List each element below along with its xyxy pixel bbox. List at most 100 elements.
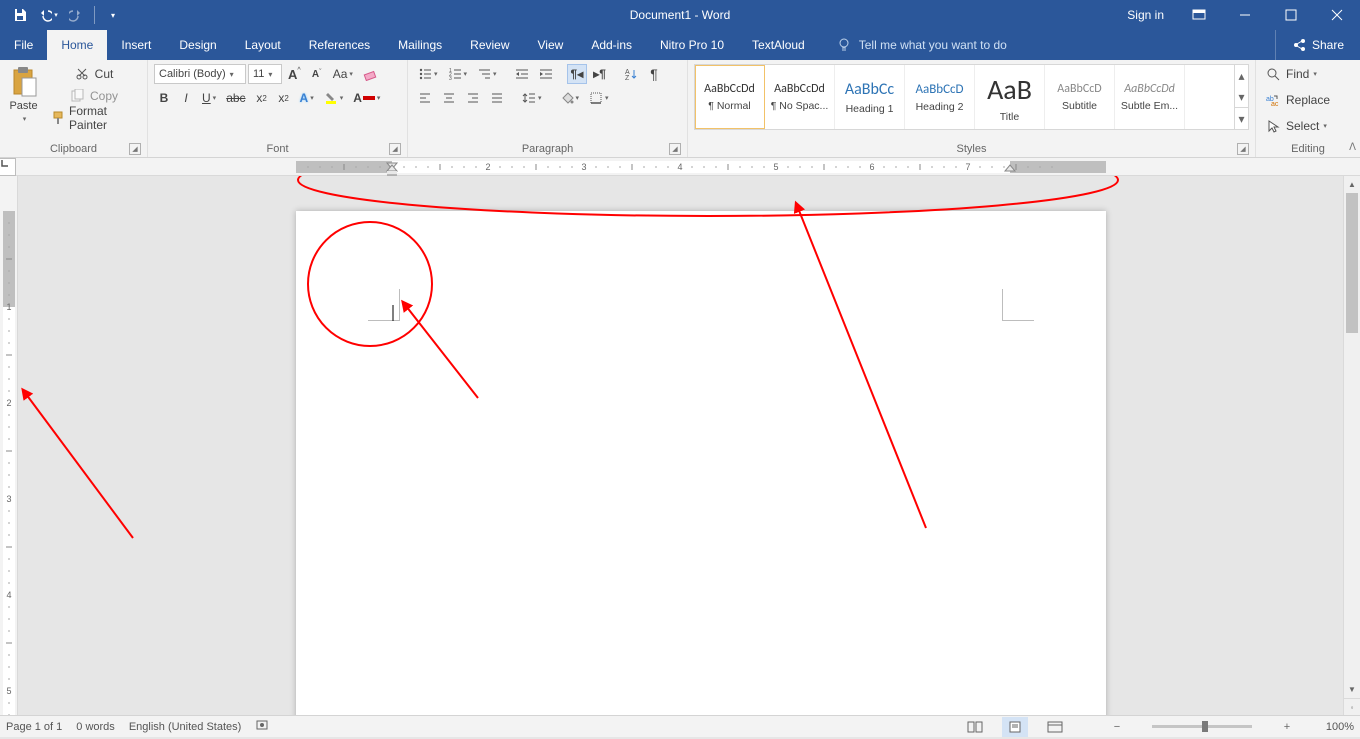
style-subtitle[interactable]: AaBbCcDSubtitle [1045, 65, 1115, 129]
horizontal-ruler[interactable]: 1234567 [0, 158, 1360, 176]
styles-dialog-launcher[interactable]: ◢ [1237, 143, 1249, 155]
tab-mailings[interactable]: Mailings [384, 30, 456, 60]
bullets-button[interactable]: ▾ [414, 64, 442, 84]
scroll-up-arrow[interactable]: ▲ [1344, 176, 1360, 193]
style--normal[interactable]: AaBbCcDd¶ Normal [695, 65, 765, 129]
superscript-button[interactable]: x2 [274, 88, 294, 108]
tell-me-search[interactable]: Tell me what you want to do [819, 30, 1275, 60]
zoom-slider[interactable] [1152, 725, 1252, 728]
vertical-ruler[interactable]: 12345 [0, 176, 18, 715]
font-size-combo[interactable]: 11▾ [248, 64, 282, 84]
tab-view[interactable]: View [524, 30, 578, 60]
web-layout-button[interactable] [1042, 717, 1068, 737]
style-subtle-em-[interactable]: AaBbCcDdSubtle Em... [1115, 65, 1185, 129]
cut-button[interactable]: Cut [47, 64, 141, 84]
tab-textaloud[interactable]: TextAloud [738, 30, 819, 60]
read-mode-button[interactable] [962, 717, 988, 737]
collapse-ribbon-icon[interactable]: ᐱ [1349, 142, 1356, 153]
style-heading-2[interactable]: AaBbCcDHeading 2 [905, 65, 975, 129]
vertical-scrollbar[interactable]: ▲ ▼ ◦ [1343, 176, 1360, 715]
tab-addins[interactable]: Add-ins [577, 30, 646, 60]
scroll-thumb[interactable] [1346, 193, 1358, 333]
sign-in-link[interactable]: Sign in [1115, 8, 1176, 22]
justify-button[interactable] [486, 88, 508, 108]
clear-formatting-button[interactable] [359, 64, 381, 84]
redo-icon[interactable] [64, 3, 88, 27]
styles-gallery[interactable]: AaBbCcDd¶ NormalAaBbCcDd¶ No Spac...AaBb… [694, 64, 1249, 130]
shading-button[interactable]: ▾ [556, 88, 584, 108]
gallery-scroll-down[interactable]: ▾ [1235, 86, 1248, 107]
zoom-level[interactable]: 100% [1314, 721, 1354, 733]
gallery-more[interactable]: ▾ [1235, 107, 1248, 129]
copy-button[interactable]: Copy [47, 86, 141, 106]
tab-layout[interactable]: Layout [231, 30, 295, 60]
line-spacing-button[interactable]: ▾ [518, 88, 546, 108]
style-title[interactable]: AaBTitle [975, 65, 1045, 129]
style--no-spac-[interactable]: AaBbCcDd¶ No Spac... [765, 65, 835, 129]
show-paragraph-marks-button[interactable]: ¶ [644, 64, 664, 84]
font-dialog-launcher[interactable]: ◢ [389, 143, 401, 155]
rtl-button[interactable]: ▸¶ [589, 64, 610, 84]
zoom-in-button[interactable]: + [1274, 717, 1300, 737]
font-color-button[interactable]: A▾ [349, 88, 384, 108]
minimize-button[interactable] [1222, 0, 1268, 30]
page-indicator[interactable]: Page 1 of 1 [6, 721, 62, 733]
ltr-button[interactable]: ¶◂ [567, 64, 588, 84]
align-left-button[interactable] [414, 88, 436, 108]
numbering-button[interactable]: 123▾ [444, 64, 472, 84]
tab-insert[interactable]: Insert [107, 30, 165, 60]
paste-button[interactable]: Paste▾ [6, 64, 41, 126]
align-center-button[interactable] [438, 88, 460, 108]
zoom-out-button[interactable]: − [1104, 717, 1130, 737]
svg-text:3: 3 [449, 76, 452, 81]
subscript-button[interactable]: x2 [252, 88, 272, 108]
highlight-button[interactable]: ▾ [320, 88, 348, 108]
shrink-font-button[interactable]: Aˇ [307, 64, 327, 84]
maximize-button[interactable] [1268, 0, 1314, 30]
tab-home[interactable]: Home [47, 30, 107, 60]
decrease-indent-button[interactable] [511, 64, 533, 84]
style-heading-1[interactable]: AaBbCcHeading 1 [835, 65, 905, 129]
grow-font-button[interactable]: A^ [284, 64, 305, 84]
print-layout-button[interactable] [1002, 717, 1028, 737]
italic-button[interactable]: I [176, 88, 196, 108]
tab-nitro[interactable]: Nitro Pro 10 [646, 30, 738, 60]
close-button[interactable] [1314, 0, 1360, 30]
font-name-combo[interactable]: Calibri (Body)▾ [154, 64, 246, 84]
share-button[interactable]: Share [1275, 30, 1360, 60]
align-right-button[interactable] [462, 88, 484, 108]
group-label: Clipboard [50, 143, 97, 155]
language-indicator[interactable]: English (United States) [129, 721, 242, 733]
svg-text:4: 4 [677, 162, 682, 172]
underline-button[interactable]: U▾ [198, 88, 220, 108]
word-count[interactable]: 0 words [76, 721, 115, 733]
tab-design[interactable]: Design [165, 30, 230, 60]
scroll-down-arrow[interactable]: ▼ [1344, 681, 1360, 698]
bold-button[interactable]: B [154, 88, 174, 108]
clipboard-dialog-launcher[interactable]: ◢ [129, 143, 141, 155]
borders-button[interactable]: ▾ [585, 88, 613, 108]
tab-file[interactable]: File [0, 30, 47, 60]
paragraph-dialog-launcher[interactable]: ◢ [669, 143, 681, 155]
select-button[interactable]: Select▾ [1262, 116, 1331, 136]
sort-button[interactable]: AZ [620, 64, 642, 84]
gallery-scroll-up[interactable]: ▴ [1235, 65, 1248, 86]
replace-button[interactable]: abacReplace [1262, 90, 1334, 110]
qat-customize-icon[interactable]: ▾ [101, 3, 125, 27]
ribbon-display-options-icon[interactable] [1176, 0, 1222, 30]
strikethrough-button[interactable]: abc [222, 88, 249, 108]
find-button[interactable]: Find▾ [1262, 64, 1321, 84]
change-case-button[interactable]: Aa▾ [329, 64, 357, 84]
format-painter-button[interactable]: Format Painter [47, 108, 141, 128]
save-icon[interactable] [8, 3, 32, 27]
multilevel-list-button[interactable]: ▾ [473, 64, 501, 84]
tab-references[interactable]: References [295, 30, 384, 60]
object-browse[interactable]: ◦ [1344, 698, 1360, 715]
page[interactable]: SENGEDANⒶ.BLOGSPOTⒶ.COM [296, 211, 1106, 715]
undo-icon[interactable]: ▾ [36, 3, 60, 27]
text-effects-button[interactable]: A▾ [296, 88, 318, 108]
document-area[interactable]: SENGEDANⒶ.BLOGSPOTⒶ.COM [18, 176, 1360, 715]
increase-indent-button[interactable] [535, 64, 557, 84]
tab-review[interactable]: Review [456, 30, 523, 60]
macro-recorder-icon[interactable] [255, 718, 269, 735]
